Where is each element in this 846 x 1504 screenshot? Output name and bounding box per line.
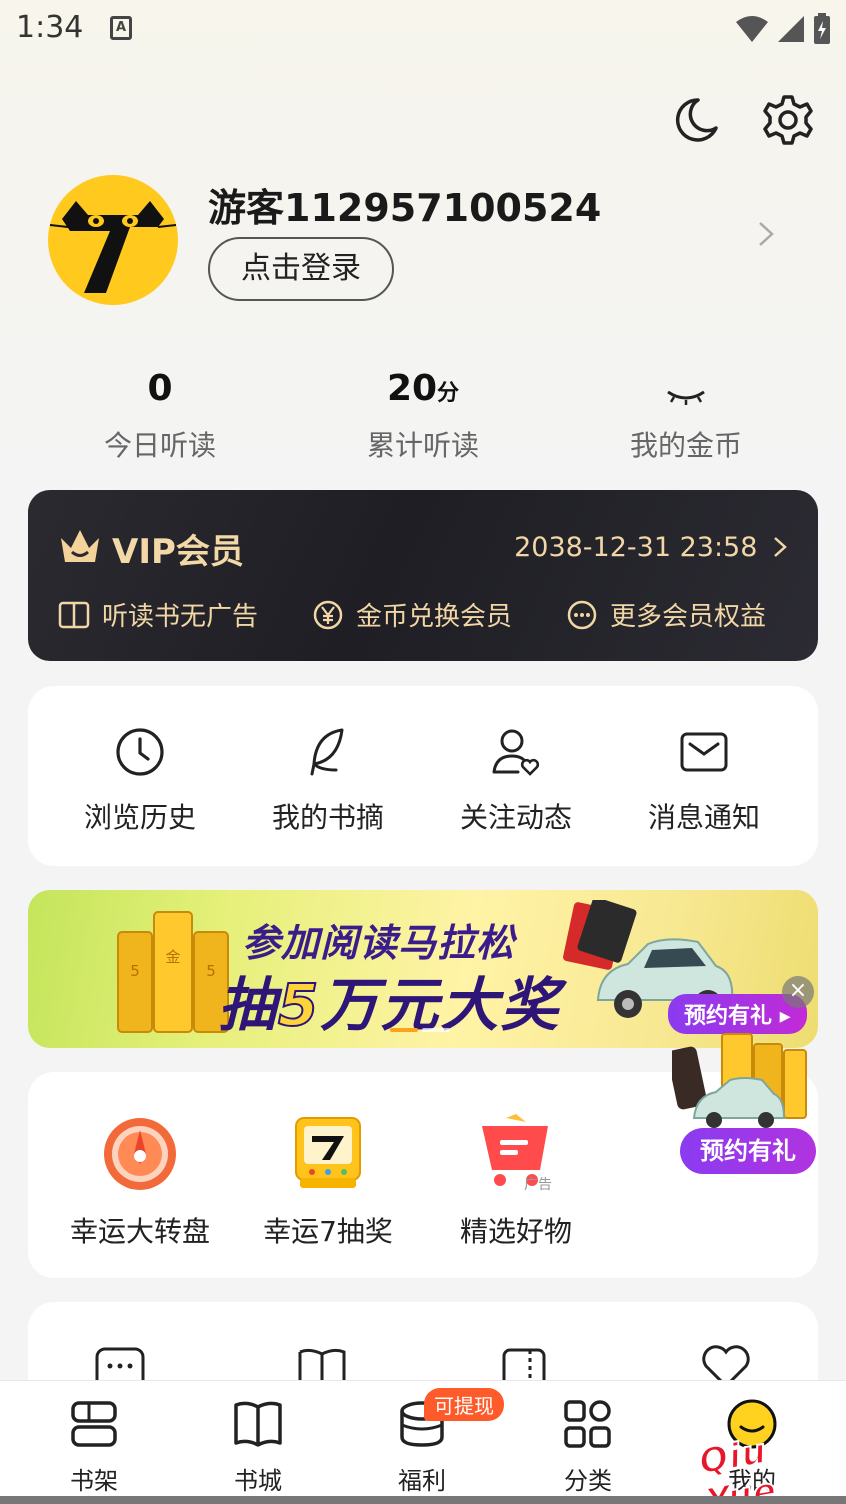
- username: 游客112957100524: [208, 186, 602, 230]
- close-icon[interactable]: ×: [782, 976, 814, 1008]
- tab-bookshelf[interactable]: 书架: [34, 1397, 154, 1496]
- excerpts-link[interactable]: 我的书摘: [234, 726, 422, 836]
- ad-tag: 广告: [524, 1177, 552, 1193]
- vip-benefit-more[interactable]: 更多会员权益: [566, 596, 766, 633]
- tab-category[interactable]: 分类: [528, 1397, 648, 1496]
- tab-label: 书城: [234, 1467, 282, 1495]
- history-label: 浏览历史: [83, 801, 196, 834]
- cat-logo-icon: [49, 201, 177, 293]
- stat-my-coins[interactable]: 我的金币: [586, 368, 786, 464]
- gold-bars-car-image: [672, 1033, 807, 1128]
- benefit-label: 听读书无广告: [102, 602, 259, 632]
- stat-value: 20: [386, 368, 438, 409]
- yen-coin-icon: [313, 600, 343, 629]
- following-label: 关注动态: [459, 801, 572, 834]
- notification-icon: A: [110, 16, 132, 40]
- promo-banner[interactable]: 5 金 5 参加阅读马拉松 抽5万元大奖 预约有礼 ▸: [28, 890, 818, 1048]
- floating-promo-button[interactable]: 预约有礼: [680, 1128, 816, 1174]
- vip-card[interactable]: VIP会员 2038-12-31 23:58 听读书无广告 金币兑换会员 更多会…: [28, 490, 818, 661]
- goods-link[interactable]: 精选好物: [422, 1112, 610, 1250]
- system-icons: [734, 12, 832, 46]
- moon-icon[interactable]: [668, 92, 724, 148]
- following-link[interactable]: 关注动态: [422, 726, 610, 836]
- tab-label: 书架: [70, 1467, 118, 1495]
- messages-label: 消息通知: [647, 801, 760, 834]
- battery-icon: [814, 13, 830, 44]
- quick-links-card: 浏览历史 我的书摘 关注动态 消息通知: [28, 686, 818, 866]
- stats-row: 0 今日听读 20分 累计听读 我的金币: [0, 368, 846, 468]
- stat-total-listen[interactable]: 20分 累计听读: [323, 368, 523, 464]
- header-actions: [668, 92, 816, 148]
- vip-benefits: 听读书无广告 金币兑换会员 更多会员权益: [58, 596, 798, 636]
- lucky-wheel-label: 幸运大转盘: [69, 1215, 210, 1248]
- svg-text:5: 5: [130, 962, 140, 980]
- benefit-label: 金币兑换会员: [356, 602, 513, 632]
- chevron-right-icon[interactable]: [754, 219, 778, 249]
- tab-bookstore[interactable]: 书城: [198, 1397, 318, 1496]
- wifi-icon: [736, 16, 768, 42]
- history-link[interactable]: 浏览历史: [46, 726, 234, 836]
- excerpts-label: 我的书摘: [271, 801, 384, 834]
- lucky7-link[interactable]: 幸运7抽奖: [234, 1112, 422, 1250]
- tab-label: 福利: [398, 1467, 446, 1495]
- banner-prize-number: 5: [277, 970, 321, 1040]
- carousel-dot: [390, 1028, 418, 1032]
- carousel-indicator: [390, 1028, 450, 1032]
- slot-machine-icon: [295, 1117, 361, 1188]
- more-icon: [567, 600, 597, 629]
- stat-unit: 分: [437, 381, 460, 406]
- clock-icon: [116, 728, 164, 776]
- vip-expire-link[interactable]: 2038-12-31 23:58: [514, 532, 788, 563]
- stat-label: 累计听读: [366, 429, 479, 462]
- lucky7-label: 幸运7抽奖: [263, 1215, 393, 1248]
- carousel-dot: [422, 1028, 450, 1032]
- signal-icon: [778, 16, 804, 42]
- feather-icon: [310, 728, 344, 776]
- gold-bars-image: 5 金 5: [117, 911, 229, 1033]
- grid-icon: [564, 1400, 611, 1448]
- vip-title: VIP会员: [112, 532, 244, 572]
- hidden-eye-icon[interactable]: [664, 368, 708, 414]
- avatar[interactable]: [48, 175, 178, 305]
- stat-label: 今日听读: [103, 429, 216, 462]
- floating-promo[interactable]: 预约有礼: [672, 1030, 818, 1180]
- profile-section[interactable]: 游客112957100524 点击登录: [48, 175, 808, 305]
- tab-label: 分类: [564, 1467, 612, 1495]
- stat-label: 我的金币: [629, 429, 742, 462]
- book-icon: [58, 601, 90, 628]
- login-button[interactable]: 点击登录: [208, 237, 394, 301]
- chevron-right-icon: [774, 537, 787, 557]
- stat-today-listen[interactable]: 0 今日听读: [60, 368, 260, 464]
- status-time: 1:34: [16, 10, 84, 45]
- book-icon: [234, 1401, 282, 1447]
- settings-icon[interactable]: [760, 92, 816, 148]
- user-heart-icon: [492, 729, 540, 776]
- vip-benefit-coin-exchange[interactable]: 金币兑换会员: [312, 596, 512, 633]
- svg-text:5: 5: [206, 962, 216, 980]
- tab-badge: 可提现: [424, 1388, 504, 1421]
- bookshelf-icon: [71, 1401, 117, 1447]
- vip-expire-date: 2038-12-31 23:58: [514, 532, 758, 563]
- stat-value: 0: [147, 368, 173, 409]
- crown-icon: [61, 530, 99, 562]
- svg-text:金: 金: [165, 948, 180, 966]
- mail-icon: [680, 732, 728, 772]
- banner-prize-a: 抽: [218, 971, 279, 1039]
- status-bar: 1:34 A: [0, 0, 846, 60]
- lucky-wheel-link[interactable]: 幸运大转盘: [46, 1116, 234, 1250]
- gesture-bar: [0, 1496, 846, 1504]
- lucky-wheel-icon: [104, 1118, 176, 1190]
- messages-link[interactable]: 消息通知: [610, 726, 798, 836]
- heart-icon[interactable]: [698, 1344, 754, 1384]
- goods-label: 精选好物: [459, 1215, 572, 1248]
- red-envelope-image: [563, 900, 637, 970]
- vip-benefit-no-ads[interactable]: 听读书无广告: [58, 596, 258, 633]
- benefit-label: 更多会员权益: [610, 602, 767, 632]
